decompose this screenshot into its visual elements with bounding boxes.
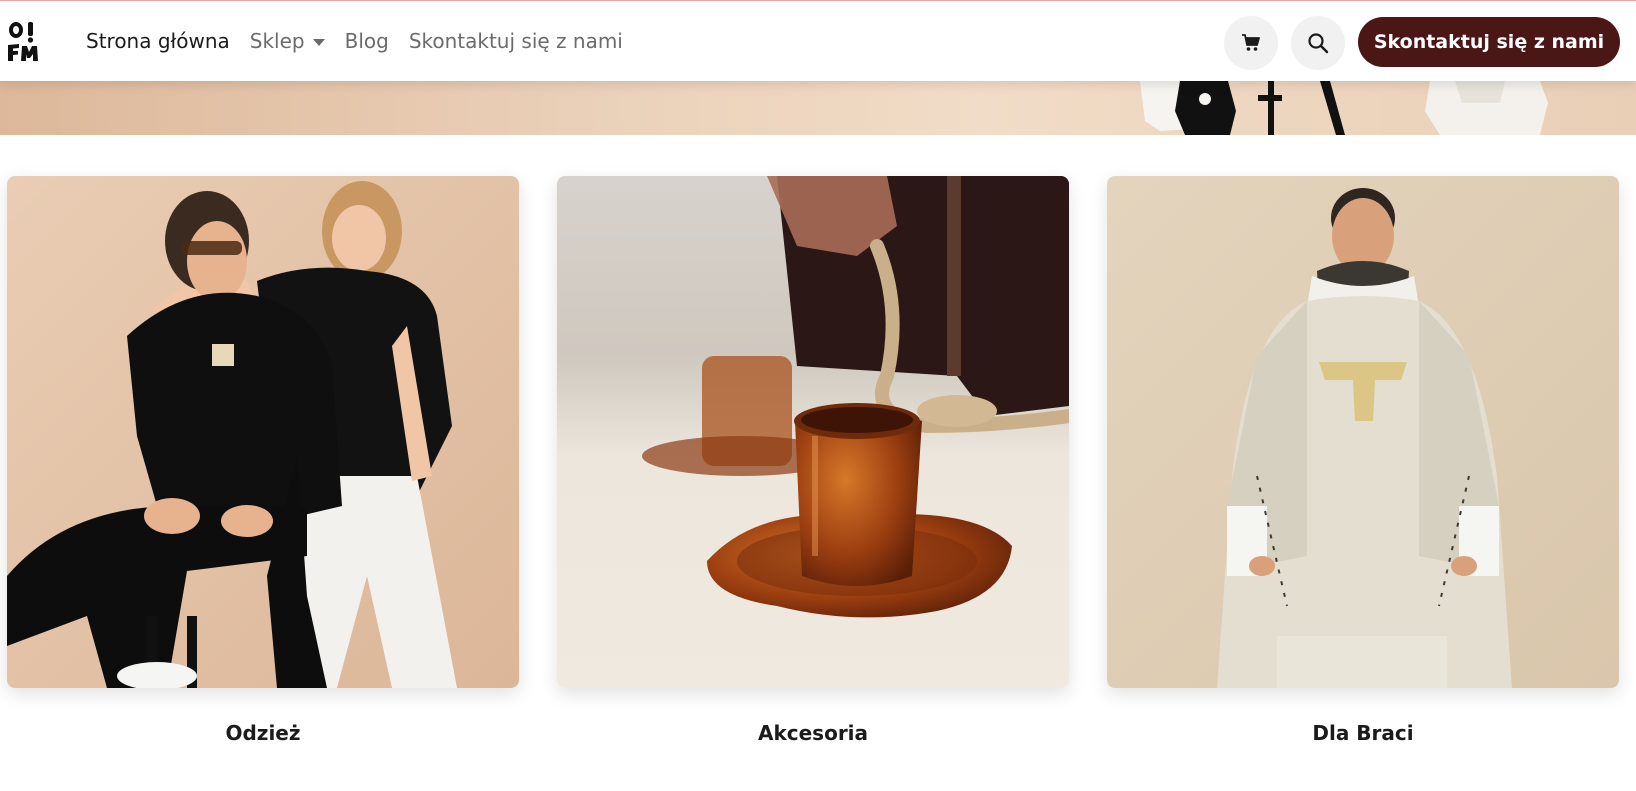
category-card-clothing[interactable]: Odzież [7,176,519,745]
category-image-accessories[interactable] [557,176,1069,688]
nav-item-contact[interactable]: Skontaktuj się z nami [409,29,623,53]
cart-button[interactable] [1224,16,1278,70]
search-button[interactable] [1291,16,1345,70]
search-icon [1308,33,1329,54]
category-image-brothers[interactable] [1107,176,1619,688]
main-nav: Strona główna Sklep Blog Skontaktuj się … [86,1,623,81]
category-image-clothing[interactable] [7,176,519,688]
nav-item-shop[interactable]: Sklep [250,29,325,53]
brand-logo[interactable] [6,19,40,63]
hero-banner [0,81,1636,135]
category-card-brothers[interactable]: Dla Braci [1107,176,1619,745]
category-card-accessories[interactable]: Akcesoria [557,176,1069,745]
nav-item-shop-label[interactable]: Sklep [250,29,305,53]
contact-cta-button[interactable]: Skontaktuj się z nami [1358,17,1620,67]
category-title-brothers[interactable]: Dla Braci [1107,721,1619,745]
category-title-accessories[interactable]: Akcesoria [557,721,1069,745]
hero-image [1140,81,1548,135]
top-accent-line [0,0,1636,1]
cart-icon [1242,34,1260,51]
navbar: Strona główna Sklep Blog Skontaktuj się … [0,1,1636,81]
category-title-clothing[interactable]: Odzież [7,721,519,745]
caret-down-icon[interactable] [312,38,325,46]
nav-item-blog[interactable]: Blog [345,29,389,53]
nav-item-home[interactable]: Strona główna [86,29,230,53]
